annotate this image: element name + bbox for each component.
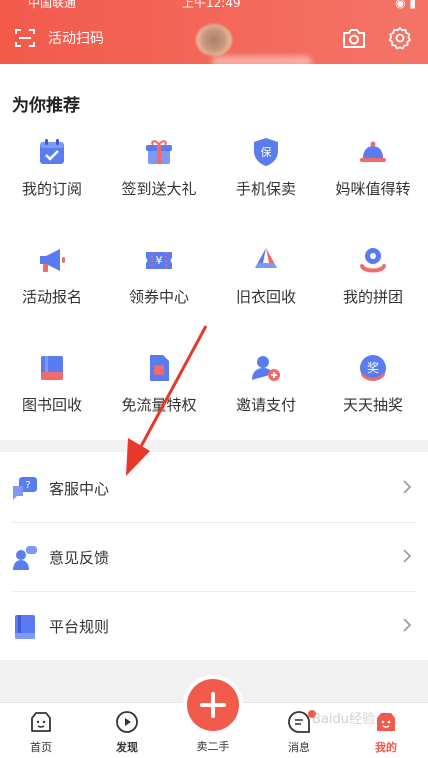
shield-icon: 保	[254, 138, 278, 166]
grid-label: 妈咪值得转	[335, 180, 411, 198]
tab-discover[interactable]: 发现	[97, 703, 157, 758]
recommend-panel: 为你推荐 我的订阅 签到送大礼 保 手机保卖 妈咪值得转 活动报名 ¥ 领券中心…	[0, 64, 428, 440]
service-label: 平台规则	[49, 618, 110, 636]
bell-icon	[360, 141, 386, 162]
customer-service-row[interactable]: ? 客服中心	[0, 454, 428, 523]
home-face-icon	[31, 712, 51, 732]
plus-icon	[200, 692, 226, 718]
tab-label: 消息	[288, 741, 310, 754]
grid-label: 我的订阅	[21, 180, 82, 198]
grid-label: 活动报名	[21, 288, 82, 306]
gift-icon	[146, 140, 172, 164]
grid-label: 旧衣回收	[235, 288, 296, 306]
scan-icon	[15, 29, 35, 47]
svg-text:?: ?	[25, 480, 30, 491]
recycle-icon	[255, 248, 277, 268]
avatar[interactable]	[196, 24, 232, 56]
svg-text:¥: ¥	[156, 254, 163, 267]
grid-label: 天天抽奖	[342, 396, 403, 414]
grid-label: 领券中心	[128, 288, 189, 306]
chevron-right-icon	[403, 618, 412, 632]
feedback-icon	[13, 546, 37, 570]
feedback-row[interactable]: 意见反馈	[0, 523, 428, 592]
camera-icon[interactable]	[342, 27, 366, 49]
grid-label: 免流量特权	[121, 396, 197, 414]
services-list: ? 客服中心 意见反馈 平台规则	[0, 452, 428, 660]
invite-icon	[252, 356, 280, 381]
sell-button-circle	[187, 679, 239, 731]
megaphone-icon	[40, 249, 65, 272]
play-circle-icon	[116, 711, 138, 733]
svg-text:保: 保	[261, 145, 272, 159]
svg-text:奖: 奖	[367, 361, 379, 375]
chevron-right-icon	[403, 480, 412, 494]
profile-header: 中国联通 上午12:49 ◉ ▮ 活动扫码	[0, 0, 428, 68]
service-label: 客服中心	[49, 480, 110, 498]
platform-rules-row[interactable]: 平台规则	[0, 592, 428, 661]
tab-label: 我的	[375, 741, 397, 754]
grid-label: 手机保卖	[235, 180, 296, 198]
sim-card-icon	[150, 355, 169, 381]
activity-scan-button[interactable]: 活动扫码	[14, 24, 104, 52]
grid-label: 我的拼团	[342, 288, 403, 306]
unread-badge	[308, 710, 316, 718]
coupon-icon: ¥	[146, 252, 172, 269]
tab-mine[interactable]: 我的	[356, 703, 416, 758]
tab-label: 发现	[116, 741, 138, 754]
grid-label: 图书回收	[21, 396, 82, 414]
sell-label: 卖二手	[196, 740, 230, 753]
clock-label: 上午12:49	[182, 0, 241, 10]
status-bar: 中国联通 上午12:49 ◉ ▮	[0, 0, 428, 12]
rules-book-icon	[15, 615, 35, 639]
tab-messages[interactable]: 消息	[269, 703, 329, 758]
tab-label: 首页	[30, 741, 52, 754]
carrier-label: 中国联通	[28, 0, 77, 10]
group-icon	[360, 248, 386, 273]
gear-icon[interactable]	[388, 26, 412, 50]
service-label: 意见反馈	[49, 549, 110, 567]
scan-label: 活动扫码	[48, 31, 104, 47]
section-title: 为你推荐	[12, 96, 80, 116]
chevron-right-icon	[403, 549, 412, 563]
status-icons: ◉ ▮	[395, 0, 416, 10]
grid-label: 签到送大礼	[121, 180, 197, 198]
tab-home[interactable]: 首页	[11, 703, 71, 758]
grid-label: 邀请支付	[235, 396, 296, 414]
help-chat-icon: ?	[13, 477, 37, 500]
lottery-icon: 奖	[360, 355, 386, 381]
book-icon	[41, 356, 63, 380]
profile-face-icon	[377, 713, 395, 731]
sell-secondhand-button[interactable]	[183, 675, 243, 735]
calendar-icon	[40, 139, 64, 164]
